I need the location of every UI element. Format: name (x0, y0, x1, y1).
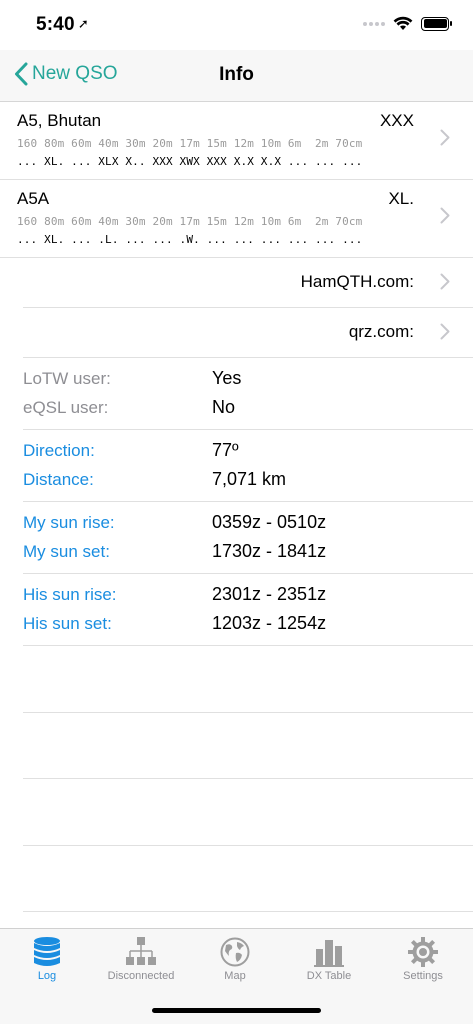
his-sun-rise-row: His sun rise: 2301z - 2351z (23, 582, 473, 611)
direction-value: 77º (212, 440, 239, 460)
his-sun-set-label: His sun set: (23, 613, 112, 633)
his-sun-rise-value: 2301z - 2351z (212, 584, 327, 604)
direction-label: Direction: (23, 441, 95, 460)
bar-chart-icon (314, 940, 344, 967)
band-row-country[interactable]: A5, Bhutan XXX 160 80m 60m 40m 30m 20m 1… (0, 102, 473, 180)
empty-row (23, 779, 473, 846)
qrz-link-row[interactable]: qrz.com: (23, 308, 473, 358)
status-bar: 5:40 ➚ (0, 0, 473, 50)
globe-icon (220, 937, 250, 967)
user-info-group: LoTW user: Yes eQSL user: No (23, 358, 473, 430)
location-arrow-icon: ➚ (77, 16, 89, 31)
band-labels: 160 80m 60m 40m 30m 20m 17m 15m 12m 10m … (17, 215, 363, 228)
his-sun-rise-label: His sun rise: (23, 585, 117, 604)
tab-label: Map (224, 970, 246, 982)
chevron-right-icon (440, 273, 450, 290)
status-icons (363, 16, 452, 31)
tab-label: Disconnected (107, 970, 175, 982)
his-sun-group: His sun rise: 2301z - 2351z His sun set:… (23, 574, 473, 646)
my-sun-rise-label: My sun rise: (23, 513, 115, 532)
band-values: ... XL. ... XLX X.. XXX XWX XXX X.X X.X … (17, 155, 363, 168)
empty-row (23, 713, 473, 779)
qrz-link-label: qrz.com: (348, 322, 414, 341)
home-indicator[interactable] (152, 1008, 321, 1013)
clock-text: 5:40 (36, 14, 75, 35)
lotw-row: LoTW user: Yes (23, 366, 473, 395)
chevron-right-icon (440, 129, 450, 146)
hamqth-link-label: HamQTH.com: (300, 272, 414, 291)
lotw-value: Yes (212, 368, 242, 388)
distance-value: 7,071 km (212, 468, 287, 489)
eqsl-value: No (212, 396, 236, 417)
my-sun-rise-row: My sun rise: 0359z - 0510z (23, 510, 473, 539)
empty-row (23, 846, 473, 912)
my-sun-group: My sun rise: 0359z - 0510z My sun set: 1… (23, 502, 473, 574)
lotw-label: LoTW user: (23, 369, 111, 388)
geo-info-group: Direction: 77º Distance: 7,071 km (23, 430, 473, 502)
band-row-prefix[interactable]: A5A XL. 160 80m 60m 40m 30m 20m 17m 15m … (0, 180, 473, 258)
tab-dx-table[interactable]: DX Table (282, 935, 376, 982)
hamqth-link-row[interactable]: HamQTH.com: (23, 258, 473, 308)
battery-icon (421, 16, 452, 31)
my-sun-rise-value: 0359z - 0510z (212, 512, 327, 532)
my-sun-set-row: My sun set: 1730z - 1841z (23, 539, 473, 568)
empty-row (23, 646, 473, 713)
network-icon (126, 937, 156, 965)
distance-label: Distance: (23, 469, 94, 489)
band-row-name: A5A (17, 189, 50, 208)
band-values: ... XL. ... .L. ... ... .W. ... ... ... … (17, 233, 363, 246)
navigation-bar: New QSO Info (0, 50, 473, 102)
his-sun-set-value: 1203z - 1254z (212, 612, 327, 633)
chevron-right-icon (440, 207, 450, 224)
direction-row: Direction: 77º (23, 438, 473, 467)
my-sun-set-label: My sun set: (23, 541, 110, 561)
page-title: Info (219, 64, 254, 85)
band-row-status: XXX (379, 111, 414, 130)
my-sun-set-value: 1730z - 1841z (212, 540, 327, 561)
band-row-name: A5, Bhutan (17, 111, 102, 130)
wifi-icon (393, 16, 413, 30)
database-icon (34, 937, 60, 966)
distance-row: Distance: 7,071 km (23, 467, 473, 496)
gear-icon (408, 937, 438, 967)
tab-settings[interactable]: Settings (376, 935, 470, 982)
tab-log[interactable]: Log (0, 935, 94, 982)
tab-map[interactable]: Map (188, 935, 282, 982)
tab-label: Log (37, 970, 57, 982)
signal-dots-icon (363, 21, 385, 26)
eqsl-label: eQSL user: (23, 397, 109, 417)
band-row-status: XL. (388, 189, 414, 208)
tab-label: DX Table (306, 970, 352, 982)
chevron-right-icon (440, 323, 450, 340)
tab-label: Settings (403, 970, 443, 982)
status-time: 5:40 ➚ (36, 14, 89, 36)
his-sun-set-row: His sun set: 1203z - 1254z (23, 611, 473, 640)
band-labels: 160 80m 60m 40m 30m 20m 17m 15m 12m 10m … (17, 137, 363, 150)
eqsl-row: eQSL user: No (23, 395, 473, 424)
info-table: A5, Bhutan XXX 160 80m 60m 40m 30m 20m 1… (0, 102, 473, 912)
tab-disconnected[interactable]: Disconnected (94, 935, 188, 982)
